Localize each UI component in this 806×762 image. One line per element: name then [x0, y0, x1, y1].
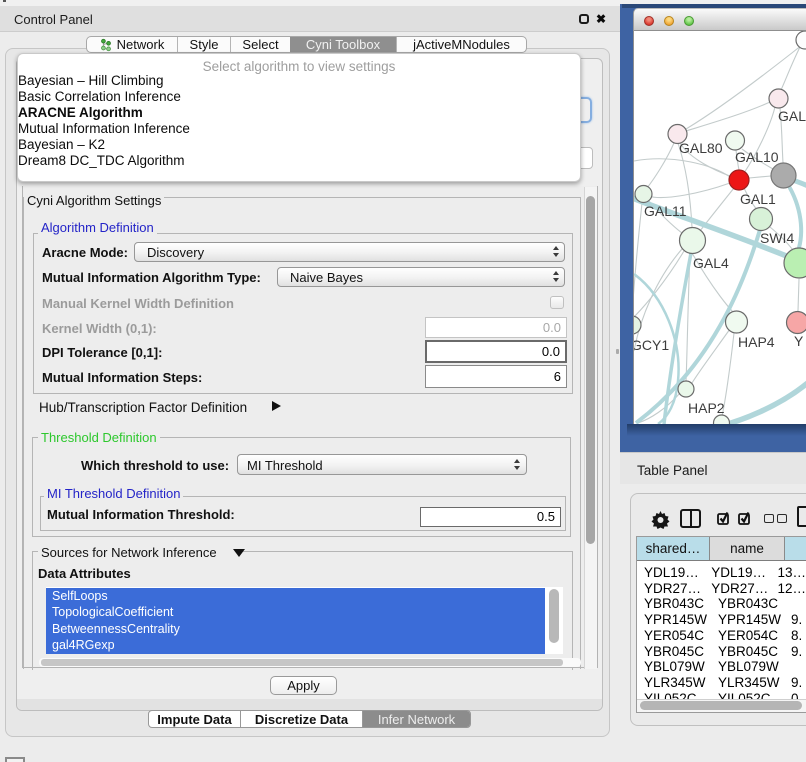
svg-text:GAL80: GAL80 [679, 140, 723, 156]
svg-text:GAL7: GAL7 [778, 108, 806, 124]
svg-text:GAL1: GAL1 [740, 191, 776, 207]
svg-text:GCY1: GCY1 [634, 337, 669, 353]
svg-text:SWI4: SWI4 [760, 230, 794, 246]
svg-text:Y: Y [794, 333, 804, 349]
svg-text:GAL4: GAL4 [693, 255, 729, 271]
svg-text:HAP4: HAP4 [738, 334, 775, 350]
svg-text:GAL11: GAL11 [644, 203, 687, 219]
svg-text:GAL10: GAL10 [735, 149, 779, 165]
svg-text:HAP2: HAP2 [688, 400, 725, 416]
